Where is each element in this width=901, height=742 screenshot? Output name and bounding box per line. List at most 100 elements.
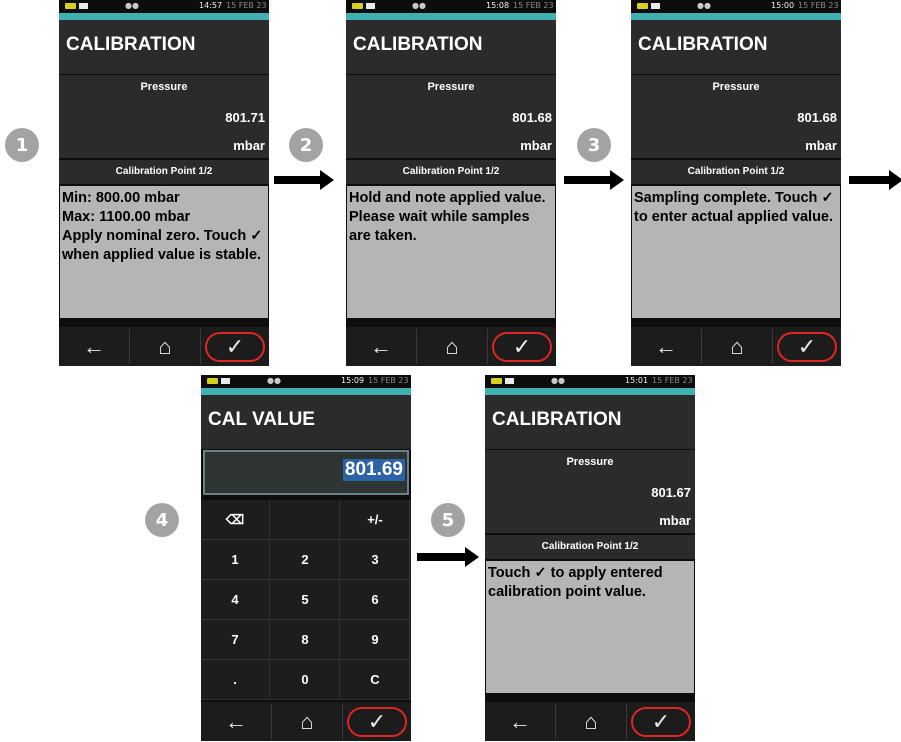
divider: [626, 704, 627, 739]
reading-value: 801.67: [651, 485, 691, 500]
bluetooth-icon: ●●: [551, 376, 565, 385]
key-0[interactable]: 0: [271, 660, 340, 700]
confirm-button[interactable]: ✓: [205, 332, 265, 362]
blank-key: [271, 500, 340, 540]
page-title: CALIBRATION: [66, 34, 196, 55]
battery-icon: [637, 3, 648, 9]
device-screen-calibration-3: ●● 15:00 15 FEB 23 CALIBRATION Pressure 801.6…: [631, 0, 841, 366]
back-button[interactable]: ←: [631, 327, 701, 366]
home-button[interactable]: ⌂: [417, 327, 487, 366]
arrow-right: [564, 170, 624, 190]
charge-icon: [651, 3, 660, 9]
title-bar: CALIBRATION: [485, 395, 695, 449]
confirm-button[interactable]: ✓: [347, 707, 407, 737]
reading-value: 801.68: [797, 110, 837, 125]
home-button[interactable]: ⌂: [272, 702, 342, 741]
title-bar: CALIBRATION: [59, 20, 269, 74]
parameter-name: Pressure: [566, 456, 614, 468]
status-bar: ●● 14:57 15 FEB 23: [59, 0, 269, 13]
key-4[interactable]: 4: [201, 580, 270, 620]
reading-unit: mbar: [520, 138, 552, 153]
divider: [487, 329, 488, 364]
accent-bar: [59, 13, 269, 20]
key-6[interactable]: 6: [341, 580, 410, 620]
home-button[interactable]: ⌂: [702, 327, 772, 366]
key-7[interactable]: 7: [201, 620, 270, 660]
key-1[interactable]: 1: [201, 540, 270, 580]
nav-bar: ← ⌂ ✓: [485, 702, 695, 741]
divider: [772, 329, 773, 364]
clock-time: 15:00: [771, 1, 795, 10]
key-C[interactable]: C: [341, 660, 410, 700]
clock-time: 15:01: [625, 376, 649, 385]
clock-date: 15 FEB 23: [226, 1, 267, 10]
clock-date: 15 FEB 23: [798, 1, 839, 10]
back-button[interactable]: ←: [201, 702, 271, 741]
parameter-name: Pressure: [427, 81, 475, 93]
cal-point-header: Calibration Point 1/2: [485, 535, 695, 559]
reading-unit: mbar: [233, 138, 265, 153]
message-panel: Min: 800.00 mbar Max: 1100.00 mbar Apply…: [60, 186, 268, 318]
step-badge-5: 5: [431, 503, 465, 537]
message-panel: Hold and note applied value. Please wait…: [347, 186, 555, 318]
parameter-panel: Pressure 801.68 mbar: [631, 75, 841, 158]
title-bar: CALIBRATION: [631, 20, 841, 74]
arrow-right: [274, 170, 334, 190]
back-button[interactable]: ←: [59, 327, 129, 366]
status-bar: ●● 15:00 15 FEB 23: [631, 0, 841, 13]
charge-icon: [221, 378, 230, 384]
battery-icon: [352, 3, 363, 9]
home-button[interactable]: ⌂: [556, 702, 626, 741]
bluetooth-icon: ●●: [697, 1, 711, 10]
bluetooth-icon: ●●: [267, 376, 281, 385]
parameter-panel: Pressure 801.67 mbar: [485, 450, 695, 533]
status-bar: ●● 15:08 15 FEB 23: [346, 0, 556, 13]
step-badge-2: 2: [289, 128, 323, 162]
message-panel: Touch ✓ to apply entered calibration poi…: [486, 561, 694, 693]
key-3[interactable]: 3: [341, 540, 410, 580]
instruction-text: Min: 800.00 mbar Max: 1100.00 mbar Apply…: [62, 190, 263, 263]
page-title: CALIBRATION: [353, 34, 483, 55]
key-.[interactable]: .: [201, 660, 270, 700]
device-screen-calibration-5: ●● 15:01 15 FEB 23 CALIBRATION Pressure 801.6…: [485, 375, 695, 741]
back-button[interactable]: ←: [485, 702, 555, 741]
confirm-button[interactable]: ✓: [777, 332, 837, 362]
backspace-key[interactable]: ⌫: [201, 500, 270, 540]
confirm-button[interactable]: ✓: [631, 707, 691, 737]
back-button[interactable]: ←: [346, 327, 416, 366]
accent-bar: [631, 13, 841, 20]
step-badge-3: 3: [577, 128, 611, 162]
home-button[interactable]: ⌂: [130, 327, 200, 366]
bluetooth-icon: ●●: [412, 1, 426, 10]
key-+/-[interactable]: +/-: [341, 500, 410, 540]
key-8[interactable]: 8: [271, 620, 340, 660]
battery-icon: [491, 378, 502, 384]
clock-time: 15:08: [486, 1, 510, 10]
confirm-button[interactable]: ✓: [492, 332, 552, 362]
key-9[interactable]: 9: [341, 620, 410, 660]
reading-value: 801.71: [225, 110, 265, 125]
title-bar: CAL VALUE: [201, 395, 411, 449]
charge-icon: [366, 3, 375, 9]
key-5[interactable]: 5: [271, 580, 340, 620]
arrow-right: [849, 170, 901, 190]
keypad: ⌫ +/- 1 2 3 4 5 6 7 8 9. 0 C: [201, 500, 411, 700]
clock-date: 15 FEB 23: [513, 1, 554, 10]
status-bar: ●● 15:01 15 FEB 23: [485, 375, 695, 388]
clock-date: 15 FEB 23: [368, 376, 409, 385]
device-screen-calibration-2: ●● 15:08 15 FEB 23 CALIBRATION Pressure 801.6…: [346, 0, 556, 366]
title-bar: CALIBRATION: [346, 20, 556, 74]
bluetooth-icon: ●●: [125, 1, 139, 10]
cal-point-header: Calibration Point 1/2: [59, 160, 269, 184]
device-screen-calibration-1: ●● 14:57 15 FEB 23 CALIBRATION Pressure 801.7…: [59, 0, 269, 366]
step-badge-1: 1: [5, 128, 39, 162]
cal-point-label: Calibration Point 1/2: [687, 166, 785, 177]
cal-point-label: Calibration Point 1/2: [115, 166, 213, 177]
charge-icon: [79, 3, 88, 9]
entered-value: 801.69: [342, 459, 405, 481]
key-2[interactable]: 2: [271, 540, 340, 580]
value-entry-field[interactable]: 801.69: [203, 450, 409, 495]
arrow-right: [417, 547, 479, 567]
nav-bar: ← ⌂ ✓: [201, 702, 411, 741]
nav-bar: ← ⌂ ✓: [631, 327, 841, 366]
